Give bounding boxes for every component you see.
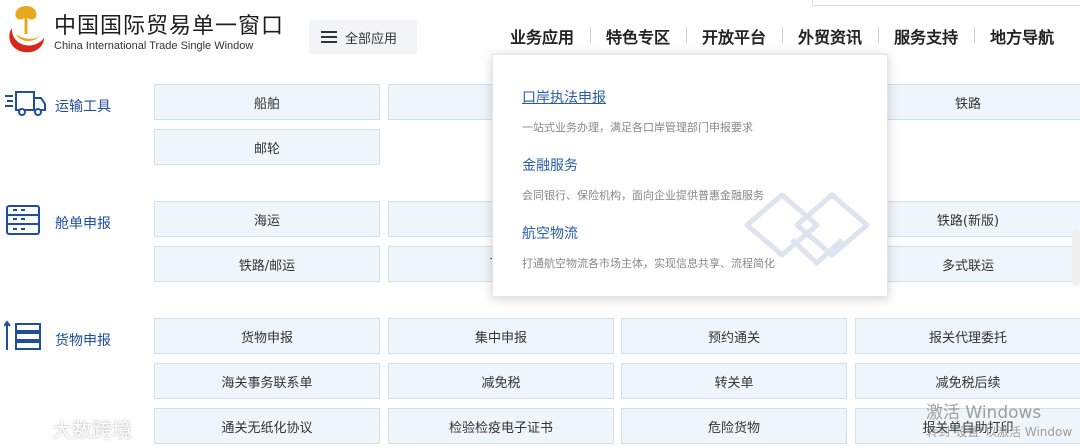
logo-icon[interactable] (4, 4, 48, 56)
tile-dangerous-goods[interactable]: 危险货物 (621, 408, 847, 444)
category-label-manifest[interactable]: 舱单申报 (55, 213, 111, 233)
category-label-cargo[interactable]: 货物申报 (55, 330, 111, 350)
tile-tax-reduction[interactable]: 减免税 (388, 363, 614, 399)
business-dropdown-menu: 口岸执法申报 一站式业务办理，满足各口岸管理部门申报要求 金融服务 会同银行、保… (492, 54, 888, 297)
menu-icon (321, 31, 337, 43)
nav-item-support[interactable]: 服务支持 (878, 24, 974, 48)
manifest-icon (6, 205, 40, 235)
tile-railway-postal[interactable]: 铁路/邮运 (154, 246, 380, 282)
nav-item-business[interactable]: 业务应用 (494, 24, 590, 48)
site-subtitle: China International Trade Single Window (54, 40, 254, 52)
brand-watermark-text: 大数跨境 (52, 418, 132, 442)
dropdown-item-desc: 会同银行、保险机构，面向企业提供普惠金融服务 (522, 189, 764, 202)
tile-railway[interactable]: 铁路 (855, 84, 1080, 120)
tile-paperless-agreement[interactable]: 通关无纸化协议 (154, 408, 380, 444)
tile-inspection-certificate[interactable]: 检验检疫电子证书 (388, 408, 614, 444)
dropdown-item-title[interactable]: 金融服务 (522, 155, 764, 175)
search-box-edge[interactable] (812, 0, 1080, 6)
windows-activate-subtext: 转到"设置"以激活 Window (926, 425, 1073, 439)
tile-ship[interactable]: 船舶 (154, 84, 380, 120)
all-apps-button[interactable]: 全部应用 (309, 20, 417, 54)
windows-activate-text: 激活 Windows (926, 403, 1042, 423)
tile-railway-new[interactable]: 铁路(新版) (855, 201, 1080, 237)
dropdown-item-port-enforcement[interactable]: 口岸执法申报 一站式业务办理，满足各口岸管理部门申报要求 (522, 87, 753, 135)
nav-item-open-platform[interactable]: 开放平台 (686, 24, 782, 48)
nav-item-trade-news[interactable]: 外贸资讯 (782, 24, 878, 48)
tile-broker-entrustment[interactable]: 报关代理委托 (855, 318, 1080, 354)
tile-multimodal[interactable]: 多式联运 (855, 246, 1080, 282)
scrollbar[interactable] (1072, 230, 1080, 286)
tile-customs-contact-sheet[interactable]: 海关事务联系单 (154, 363, 380, 399)
handshake-watermark-icon (744, 192, 870, 266)
tile-transit-declaration[interactable]: 转关单 (621, 363, 847, 399)
tile-appointment-clearance[interactable]: 预约通关 (621, 318, 847, 354)
cargo-list-icon (4, 320, 41, 350)
nav-item-local[interactable]: 地方导航 (974, 24, 1070, 48)
tile-centralized-declaration[interactable]: 集中申报 (388, 318, 614, 354)
nav-item-featured[interactable]: 特色专区 (590, 24, 686, 48)
brand-watermark-icon (9, 418, 39, 437)
category-label-transport[interactable]: 运输工具 (55, 96, 111, 116)
site-title[interactable]: 中国国际贸易单一窗口 (54, 8, 284, 40)
tile-cargo-declaration[interactable]: 货物申报 (154, 318, 380, 354)
tile-tax-reduction-followup[interactable]: 减免税后续 (855, 363, 1080, 399)
tile-cruise[interactable]: 邮轮 (154, 129, 380, 165)
main-nav: 业务应用 特色专区 开放平台 外贸资讯 服务支持 地方导航 (494, 18, 1070, 54)
dropdown-item-financial[interactable]: 金融服务 会同银行、保险机构，面向企业提供普惠金融服务 (522, 155, 764, 203)
dropdown-item-desc: 一站式业务办理，满足各口岸管理部门申报要求 (522, 121, 753, 134)
truck-icon (5, 91, 46, 116)
all-apps-label: 全部应用 (345, 31, 398, 47)
tile-sea-freight[interactable]: 海运 (154, 201, 380, 237)
brand-watermark: 大数跨境 (8, 414, 132, 443)
dropdown-item-title[interactable]: 口岸执法申报 (522, 87, 753, 107)
